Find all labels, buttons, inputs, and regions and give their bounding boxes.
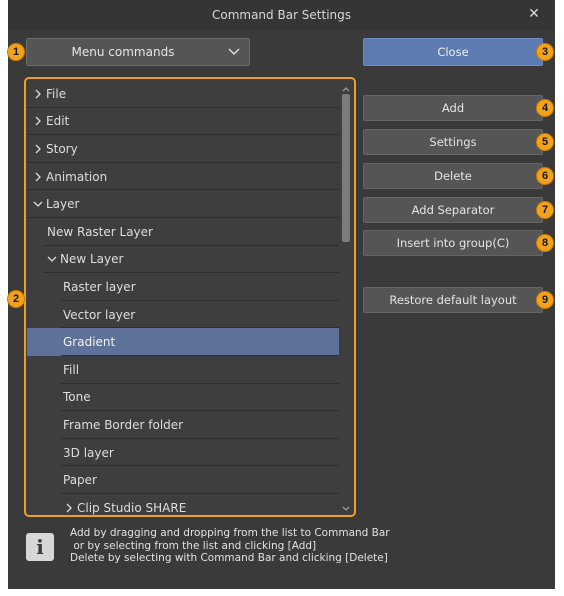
callout-badge-1: 1 (7, 43, 25, 61)
chevron-right-icon[interactable] (33, 116, 43, 126)
chevron-down-icon[interactable] (47, 254, 57, 264)
scroll-up-arrow-icon[interactable] (339, 81, 353, 94)
callout-badge-8: 8 (536, 234, 554, 252)
tree-item[interactable]: Raster layer (27, 273, 340, 301)
info-line: Delete by selecting with Command Bar and… (70, 552, 388, 564)
delete-button[interactable]: Delete (363, 163, 543, 189)
tree-item[interactable]: New Layer (27, 246, 340, 274)
tree-item-label: Raster layer (63, 279, 136, 294)
tree-item[interactable]: Frame Border folder (27, 411, 340, 439)
tree-item[interactable]: Gradient (27, 328, 340, 356)
tree-item-label: Gradient (63, 335, 116, 350)
tree-item[interactable]: Story (27, 135, 340, 163)
tree-item[interactable]: Animation (27, 163, 340, 191)
callout-badge-5: 5 (536, 133, 554, 151)
add-separator-button[interactable]: Add Separator (363, 197, 543, 223)
tree-item[interactable]: File (27, 80, 340, 108)
title-bar: Command Bar Settings ✕ (8, 0, 555, 30)
tree-item-label: Layer (46, 197, 80, 212)
callout-badge-7: 7 (536, 201, 554, 219)
chevron-down-icon (227, 46, 241, 58)
info-panel: i Add by dragging and dropping from the … (26, 527, 546, 570)
tree-item[interactable]: Layer (27, 190, 340, 218)
insert-into-group-button[interactable]: Insert into group(C) (363, 230, 543, 256)
chevron-right-icon[interactable] (64, 503, 74, 513)
command-bar-settings-dialog: Command Bar Settings ✕ Menu commands Clo… (8, 0, 555, 589)
window-title: Command Bar Settings (211, 8, 352, 22)
tree-item-label: Fill (63, 362, 80, 377)
info-line: or by selecting from the list and clicki… (70, 539, 317, 552)
scroll-down-arrow-icon[interactable] (339, 500, 353, 513)
tree-item[interactable]: Vector layer (27, 301, 340, 329)
chevron-right-icon[interactable] (33, 172, 43, 182)
scrollbar-thumb[interactable] (342, 94, 350, 242)
tree-item[interactable]: Tone (27, 384, 340, 412)
tree-item-label: Frame Border folder (63, 417, 184, 432)
tree-item[interactable]: Edit (27, 108, 340, 136)
tree-item-label: Vector layer (63, 307, 136, 322)
tree-item-label: New Layer (60, 252, 124, 267)
tree-item-label: File (46, 86, 67, 101)
tree-item[interactable]: Paper (27, 466, 340, 494)
tree-item-label: Story (46, 141, 78, 156)
close-button[interactable]: Close (363, 38, 543, 66)
tree-item-label: New Raster Layer (47, 224, 153, 239)
tree-item[interactable]: Clip Studio SHARE (27, 494, 340, 515)
tree-item[interactable]: 3D layer (27, 439, 340, 467)
tree-item-label: Tone (63, 390, 91, 405)
dropdown-value: Menu commands (71, 45, 175, 59)
list-scrollbar[interactable] (339, 80, 353, 514)
callout-badge-2: 2 (7, 290, 25, 308)
tree-item[interactable]: Fill (27, 356, 340, 384)
window-close-icon[interactable]: ✕ (525, 5, 543, 23)
callout-badge-3: 3 (536, 43, 554, 61)
chevron-right-icon[interactable] (33, 89, 43, 99)
command-list[interactable]: File Edit Story Animation Layer New Raster La… (24, 77, 356, 517)
info-icon: i (26, 533, 54, 561)
tree-item-label: 3D layer (63, 445, 114, 460)
callout-badge-6: 6 (536, 167, 554, 185)
tree-item-label: Edit (46, 114, 70, 129)
info-line: Add by dragging and dropping from the li… (70, 527, 390, 539)
tree-item-label: Animation (46, 169, 108, 184)
info-text: Add by dragging and dropping from the li… (70, 527, 390, 565)
tree-item-label: Paper (63, 473, 97, 488)
chevron-right-icon[interactable] (33, 144, 43, 154)
tree-item[interactable]: New Raster Layer (27, 218, 340, 246)
chevron-down-icon[interactable] (33, 199, 43, 209)
restore-default-layout-button[interactable]: Restore default layout (363, 287, 543, 313)
tree-item-label: Clip Studio SHARE (77, 500, 187, 515)
settings-button[interactable]: Settings (363, 129, 543, 155)
add-button[interactable]: Add (363, 95, 543, 121)
callout-badge-9: 9 (536, 291, 554, 309)
callout-badge-4: 4 (536, 99, 554, 117)
command-tree: File Edit Story Animation Layer New Raster La… (27, 80, 340, 515)
menu-commands-dropdown[interactable]: Menu commands (26, 38, 250, 66)
